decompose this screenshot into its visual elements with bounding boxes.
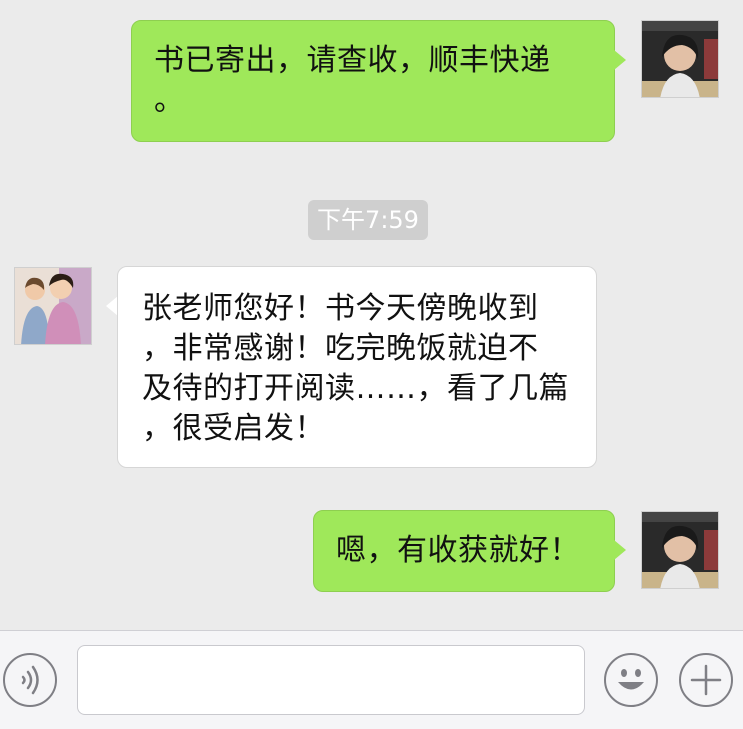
message-text: 张老师您好！书今天傍晚收到 ，非常感谢！吃完晚饭就迫不 及待的打开阅读……，看了… [142, 291, 569, 446]
add-button[interactable] [679, 653, 733, 707]
message-input[interactable] [77, 645, 585, 715]
message-text: 书已寄出，请查收，顺丰快递 。 [154, 43, 551, 118]
chat-area: 书已寄出，请查收，顺丰快递 。 下午7:59 张老师您好！书今天傍晚收到 ，非常… [0, 0, 743, 630]
message-bubble-outgoing[interactable]: 书已寄出，请查收，顺丰快递 。 [131, 20, 615, 142]
emoji-button[interactable] [604, 653, 658, 707]
emoji-icon [618, 669, 644, 690]
voice-button[interactable] [3, 653, 57, 707]
avatar-contact[interactable] [14, 267, 92, 345]
message-bubble-incoming[interactable]: 张老师您好！书今天傍晚收到 ，非常感谢！吃完晚饭就迫不 及待的打开阅读……，看了… [117, 266, 597, 468]
message-text: 嗯，有收获就好！ [336, 533, 580, 568]
voice-icon [21, 665, 39, 695]
avatar-self[interactable] [641, 511, 719, 589]
bubble-tail [614, 50, 626, 70]
avatar-self[interactable] [641, 20, 719, 98]
bubble-tail [614, 540, 626, 560]
message-bubble-outgoing[interactable]: 嗯，有收获就好！ [313, 510, 615, 592]
input-bar [0, 630, 743, 729]
timestamp-badge: 下午7:59 [308, 200, 428, 240]
add-icon [690, 664, 722, 696]
